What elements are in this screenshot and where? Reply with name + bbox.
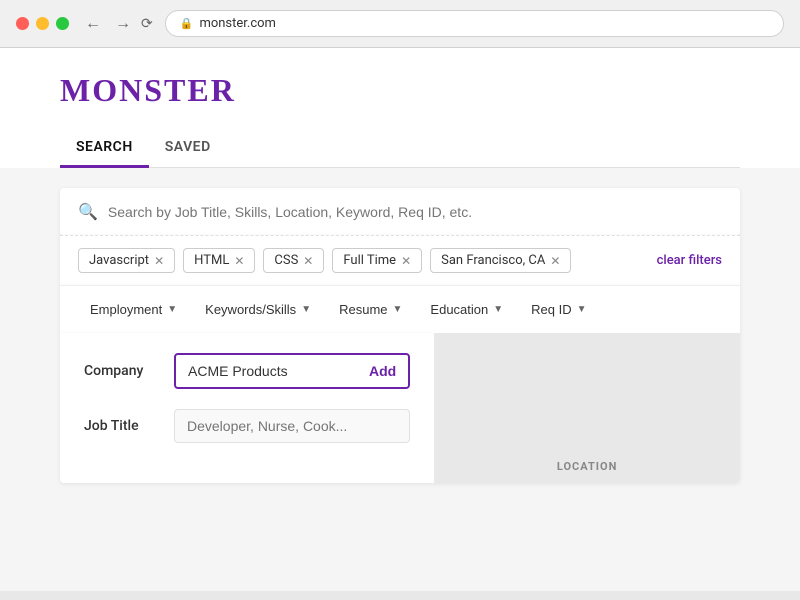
remove-location-icon[interactable]: ✕ bbox=[550, 254, 560, 268]
filter-dropdowns: Employment ▼ Keywords/Skills ▼ Resume ▼ … bbox=[60, 285, 740, 333]
remove-javascript-icon[interactable]: ✕ bbox=[154, 254, 164, 268]
employment-dropdown[interactable]: Employment ▼ bbox=[78, 296, 189, 323]
education-chevron-icon: ▼ bbox=[493, 304, 503, 315]
right-panel: LOCATION bbox=[434, 333, 740, 483]
req-id-chevron-icon: ▼ bbox=[577, 304, 587, 315]
resume-label: Resume bbox=[339, 302, 387, 317]
filter-tags: Javascript ✕ HTML ✕ CSS ✕ Full Time ✕ Sa… bbox=[60, 235, 740, 285]
filter-tag-label: HTML bbox=[194, 253, 229, 268]
company-input[interactable] bbox=[188, 363, 369, 379]
job-title-input[interactable] bbox=[174, 409, 410, 443]
search-icon: 🔍 bbox=[78, 202, 98, 221]
filter-tag-label: San Francisco, CA bbox=[441, 253, 545, 268]
filter-tag-label: Javascript bbox=[89, 253, 149, 268]
search-input[interactable] bbox=[108, 204, 722, 220]
remove-css-icon[interactable]: ✕ bbox=[303, 254, 313, 268]
filter-tag-fulltime[interactable]: Full Time ✕ bbox=[332, 248, 422, 273]
forward-button[interactable]: → bbox=[111, 13, 135, 35]
address-bar[interactable]: 🔒 monster.com bbox=[165, 10, 784, 37]
tab-search[interactable]: SEARCH bbox=[60, 129, 149, 168]
clear-filters-button[interactable]: clear filters bbox=[657, 253, 722, 268]
keywords-chevron-icon: ▼ bbox=[301, 304, 311, 315]
fullscreen-button[interactable] bbox=[56, 17, 69, 30]
back-button[interactable]: ← bbox=[81, 13, 105, 35]
browser-chrome: ← → ⟳ 🔒 monster.com bbox=[0, 0, 800, 48]
keywords-dropdown[interactable]: Keywords/Skills ▼ bbox=[193, 296, 323, 323]
add-company-button[interactable]: Add bbox=[369, 363, 396, 379]
search-bar: 🔍 bbox=[60, 188, 740, 235]
education-dropdown[interactable]: Education ▼ bbox=[418, 296, 515, 323]
company-input-wrapper: Add bbox=[174, 353, 410, 389]
keywords-label: Keywords/Skills bbox=[205, 302, 296, 317]
req-id-dropdown[interactable]: Req ID ▼ bbox=[519, 296, 598, 323]
filter-tag-label: Full Time bbox=[343, 253, 396, 268]
filter-tag-javascript[interactable]: Javascript ✕ bbox=[78, 248, 175, 273]
job-title-row: Job Title bbox=[84, 409, 410, 443]
content-grid: Company Add Job Title LOCATION bbox=[60, 333, 740, 483]
remove-html-icon[interactable]: ✕ bbox=[234, 254, 244, 268]
company-label: Company bbox=[84, 363, 154, 379]
left-panel: Company Add Job Title bbox=[60, 333, 434, 483]
education-label: Education bbox=[430, 302, 488, 317]
top-nav: MonsteR SEARCH SAVED bbox=[0, 48, 800, 168]
req-id-label: Req ID bbox=[531, 302, 571, 317]
company-row: Company Add bbox=[84, 353, 410, 389]
filter-tag-css[interactable]: CSS ✕ bbox=[263, 248, 324, 273]
traffic-lights bbox=[16, 17, 69, 30]
minimize-button[interactable] bbox=[36, 17, 49, 30]
employment-label: Employment bbox=[90, 302, 162, 317]
main-area: 🔍 Javascript ✕ HTML ✕ CSS ✕ Full Ti bbox=[0, 168, 800, 591]
remove-fulltime-icon[interactable]: ✕ bbox=[401, 254, 411, 268]
location-label: LOCATION bbox=[557, 460, 618, 473]
refresh-button[interactable]: ⟳ bbox=[141, 13, 153, 35]
page-content: MonsteR SEARCH SAVED 🔍 Javascript ✕ HTML… bbox=[0, 48, 800, 591]
filter-tag-location[interactable]: San Francisco, CA ✕ bbox=[430, 248, 571, 273]
filter-tag-html[interactable]: HTML ✕ bbox=[183, 248, 255, 273]
search-wrapper: 🔍 Javascript ✕ HTML ✕ CSS ✕ Full Ti bbox=[60, 188, 740, 483]
filter-tag-label: CSS bbox=[274, 253, 298, 268]
nav-tabs: SEARCH SAVED bbox=[60, 129, 740, 168]
resume-chevron-icon: ▼ bbox=[393, 304, 403, 315]
employment-chevron-icon: ▼ bbox=[167, 304, 177, 315]
resume-dropdown[interactable]: Resume ▼ bbox=[327, 296, 414, 323]
close-button[interactable] bbox=[16, 17, 29, 30]
url-text: monster.com bbox=[199, 16, 276, 31]
logo: MonsteR bbox=[60, 72, 740, 109]
job-title-label: Job Title bbox=[84, 418, 154, 434]
lock-icon: 🔒 bbox=[180, 17, 194, 30]
tab-saved[interactable]: SAVED bbox=[149, 129, 227, 168]
